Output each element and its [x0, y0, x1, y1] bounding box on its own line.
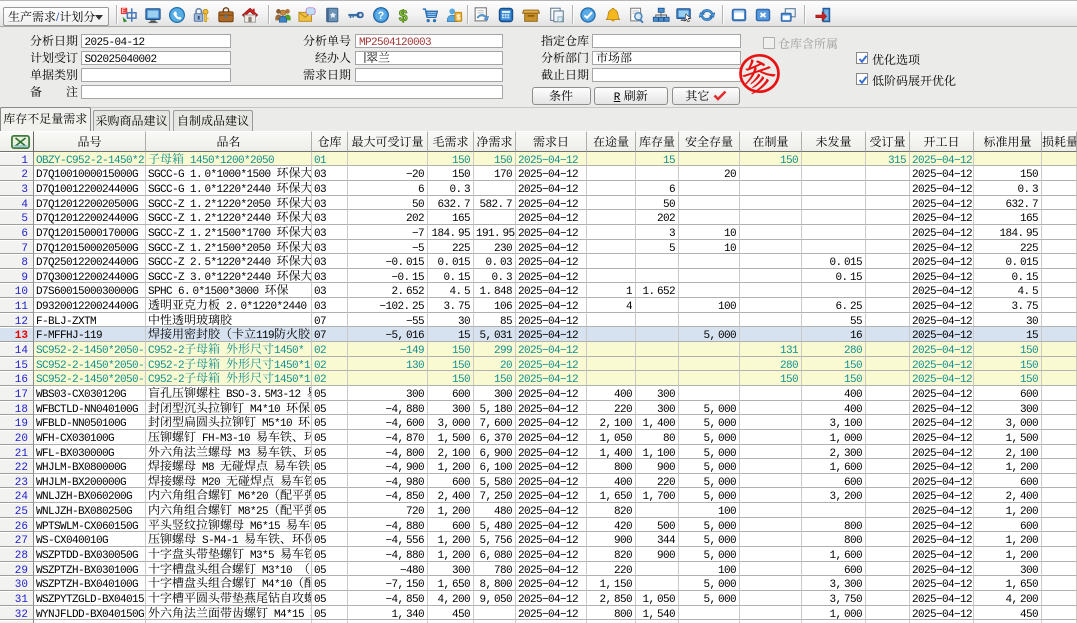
svg-text:$: $ — [456, 13, 461, 22]
svg-text:参: 参 — [733, 49, 782, 104]
svg-text:?: ? — [378, 10, 385, 22]
svg-text:$: $ — [399, 8, 408, 24]
svg-text:E: E — [122, 8, 126, 15]
